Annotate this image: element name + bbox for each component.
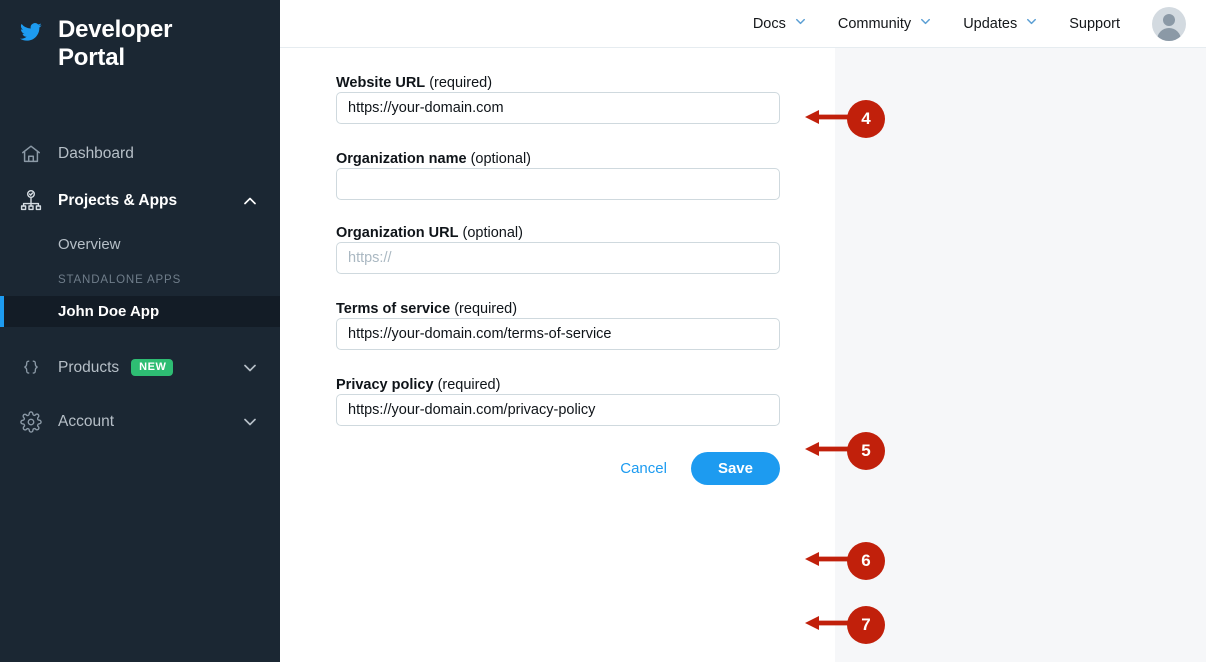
sidebar-item-dashboard[interactable]: Dashboard — [0, 130, 280, 177]
sidebar-item-label: Projects & Apps — [58, 191, 178, 209]
arrow-left-icon — [805, 439, 849, 464]
annotation-number: 6 — [847, 542, 885, 580]
arrow-left-icon — [805, 613, 849, 638]
status-badge-new: NEW — [131, 359, 174, 376]
curly-braces-icon — [18, 355, 44, 381]
organization-name-input[interactable] — [336, 168, 780, 200]
sidebar-section-standalone-apps: STANDALONE APPS — [58, 274, 182, 286]
save-button[interactable]: Save — [690, 452, 780, 485]
avatar-body — [1157, 27, 1181, 41]
active-accent-bar — [0, 296, 4, 327]
privacy-policy-input[interactable] — [336, 394, 780, 426]
main-content: Docs Community Updates Support Website U… — [280, 0, 1206, 662]
app-settings-form: Website URL (required) Organization name… — [280, 48, 1206, 485]
annotation-marker-5: 5 — [805, 432, 885, 470]
sidebar-item-label: Products — [58, 358, 120, 376]
annotation-marker-7: 7 — [805, 606, 885, 644]
topnav-item-support[interactable]: Support — [1069, 16, 1120, 32]
field-label: Privacy policy (required) — [336, 377, 500, 393]
annotation-number: 4 — [847, 100, 885, 138]
sidebar-nav: Dashboard Projects & Apps Overview STAND… — [0, 130, 280, 445]
field-label-name: Website URL — [336, 75, 426, 91]
topnav-item-community[interactable]: Community — [838, 14, 933, 33]
field-label: Organization name (optional) — [336, 151, 531, 167]
website-url-input[interactable] — [336, 92, 780, 124]
topnav-item-updates[interactable]: Updates — [963, 14, 1039, 33]
brand-title: Developer Portal — [58, 16, 173, 71]
field-organization-name: Organization name (optional) — [336, 150, 1206, 200]
field-label: Organization URL (optional) — [336, 225, 523, 241]
field-label-requirement: (required) — [437, 377, 501, 393]
topnav-item-label: Support — [1069, 15, 1120, 32]
chevron-up-icon[interactable] — [240, 191, 260, 211]
field-label-name: Terms of service — [336, 301, 451, 317]
field-label-requirement: (required) — [454, 301, 518, 317]
field-label-name: Privacy policy — [336, 377, 434, 393]
field-label-requirement: (optional) — [470, 151, 532, 167]
annotation-number: 5 — [847, 432, 885, 470]
cancel-button[interactable]: Cancel — [612, 454, 675, 483]
top-navigation: Docs Community Updates Support — [280, 0, 1206, 48]
topnav-item-label: Docs — [752, 15, 786, 32]
sidebar: Developer Portal Dashboard Projects & Ap… — [0, 0, 280, 662]
sidebar-item-products[interactable]: Products NEW — [0, 344, 280, 391]
topnav-item-label: Community — [837, 15, 912, 32]
form-actions: Cancel Save — [336, 452, 780, 485]
twitter-bird-icon — [18, 21, 44, 48]
terms-of-service-input[interactable] — [336, 318, 780, 350]
chevron-down-icon[interactable] — [240, 358, 260, 378]
annotation-marker-6: 6 — [805, 542, 885, 580]
chevron-down-icon[interactable] — [793, 14, 808, 33]
field-privacy-policy: Privacy policy (required) — [336, 376, 1206, 426]
arrow-left-icon — [805, 107, 849, 132]
avatar[interactable] — [1152, 6, 1186, 41]
field-organization-url: Organization URL (optional) — [336, 224, 1206, 274]
field-website-url: Website URL (required) — [336, 74, 1206, 124]
brand[interactable]: Developer Portal — [0, 0, 280, 72]
app-root: Developer Portal Dashboard Projects & Ap… — [0, 0, 1206, 662]
chevron-down-icon[interactable] — [1024, 14, 1039, 33]
sidebar-item-account[interactable]: Account — [0, 398, 280, 445]
chevron-down-icon[interactable] — [240, 412, 260, 432]
field-label-requirement: (required) — [429, 75, 493, 91]
sidebar-item-label: Account — [58, 412, 115, 430]
field-label-name: Organization name — [336, 151, 467, 167]
topnav-item-docs[interactable]: Docs — [753, 14, 808, 33]
gear-icon — [18, 409, 44, 435]
organization-url-input[interactable] — [336, 242, 780, 274]
topnav-item-label: Updates — [963, 15, 1018, 32]
field-terms-of-service: Terms of service (required) — [336, 300, 1206, 350]
field-label: Terms of service (required) — [336, 301, 517, 317]
sidebar-item-label: Dashboard — [58, 144, 134, 162]
projects-apps-icon — [18, 188, 44, 214]
chevron-down-icon[interactable] — [918, 14, 933, 33]
field-label-name: Organization URL — [336, 225, 459, 241]
field-label: Website URL (required) — [336, 75, 492, 91]
sidebar-item-projects-apps[interactable]: Projects & Apps — [0, 177, 280, 224]
annotation-number: 7 — [847, 606, 885, 644]
field-label-requirement: (optional) — [462, 225, 523, 241]
sidebar-item-overview[interactable]: Overview — [0, 224, 280, 264]
annotation-marker-4: 4 — [805, 100, 885, 138]
arrow-left-icon — [805, 549, 849, 574]
sidebar-subitem-label: Overview — [58, 235, 121, 253]
avatar-head — [1163, 13, 1175, 26]
sidebar-item-john-doe-app[interactable]: John Doe App — [0, 296, 280, 327]
sidebar-item-label: John Doe App — [58, 303, 160, 320]
home-icon — [18, 141, 44, 167]
